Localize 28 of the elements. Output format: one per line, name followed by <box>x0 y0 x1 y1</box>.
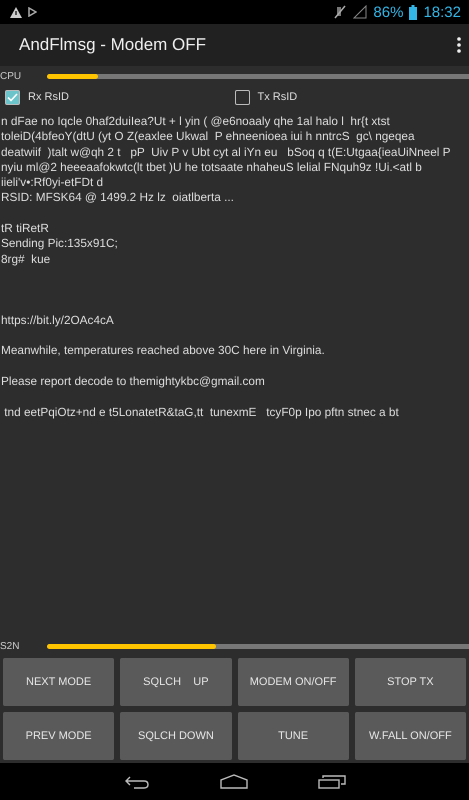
warning-icon <box>10 6 22 18</box>
meter-label: CPU <box>0 70 22 82</box>
overflow-menu-icon[interactable] <box>457 37 461 53</box>
checkbox[interactable] <box>234 90 250 104</box>
checkbox[interactable] <box>5 90 20 104</box>
signal-icon <box>353 5 368 19</box>
back-icon[interactable] <box>124 774 150 788</box>
battery-percent: 86% <box>373 4 404 20</box>
control-button[interactable]: TUNE <box>238 712 349 760</box>
control-button[interactable]: NEXT MODE <box>3 658 114 706</box>
received-text: n dFae no Iqcle 0haf2duiIea?Ut + l yin ( @e6noaaly qhe 1al halo l hr{t xtst toleiD(4bfeoY(dtU (yt O Z(eaxlee Ukwal P ehneenioea iui h nntrcS gc\ ngeqea deatwiif )talt w@qh 2 t pP Uiv P v Ubt cyt al iYn eu bSoq q t(E:Utgaa{ieaUiNneel P nyiu ml@2 heeeaafokwtc(lt tbet )U he totsaate nhaheuS lelial FNquh9z !Ui.<atl b iieli'v•:Rf0yi-etFDt d RSID: MFSK64 @ 1499.2 Hz lz oiatlberta ... tR tiRetR Sending Pic:135x91C; 8rg# kue https://bit.ly/2OAc4cA Meanwhile, temperatures reached above 30C here in Virginia. Please report decode to themightykbc@gmail.com tnd eetPqiOtz+nd e t5LonatetR&taG,tt tunexmE tcyF0p Ipo pftn stnec a bt <box>1 114 452 420</box>
mute-icon <box>333 5 348 19</box>
clock-time: 18:32 <box>423 4 461 20</box>
control-button[interactable]: MODEM ON/OFF <box>238 658 349 706</box>
check-icon <box>7 92 18 102</box>
control-button[interactable]: W.FALL ON/OFF <box>354 712 466 760</box>
battery-icon <box>409 4 418 20</box>
control-button[interactable]: STOP TX <box>354 658 466 706</box>
meter-label: S2N <box>0 640 20 652</box>
play-icon <box>28 7 37 17</box>
rsid-checkbox[interactable]: Tx RsID <box>234 87 464 107</box>
app-title: AndFlmsg - Modem OFF <box>19 35 208 55</box>
home-icon[interactable] <box>220 774 248 789</box>
recents-icon[interactable] <box>318 774 346 788</box>
control-button[interactable]: SQLCH UP <box>120 658 232 706</box>
control-button[interactable]: SQLCH DOWN <box>120 712 232 760</box>
control-button[interactable]: PREV MODE <box>3 712 114 760</box>
rsid-checkbox[interactable]: Rx RsID <box>5 87 234 107</box>
